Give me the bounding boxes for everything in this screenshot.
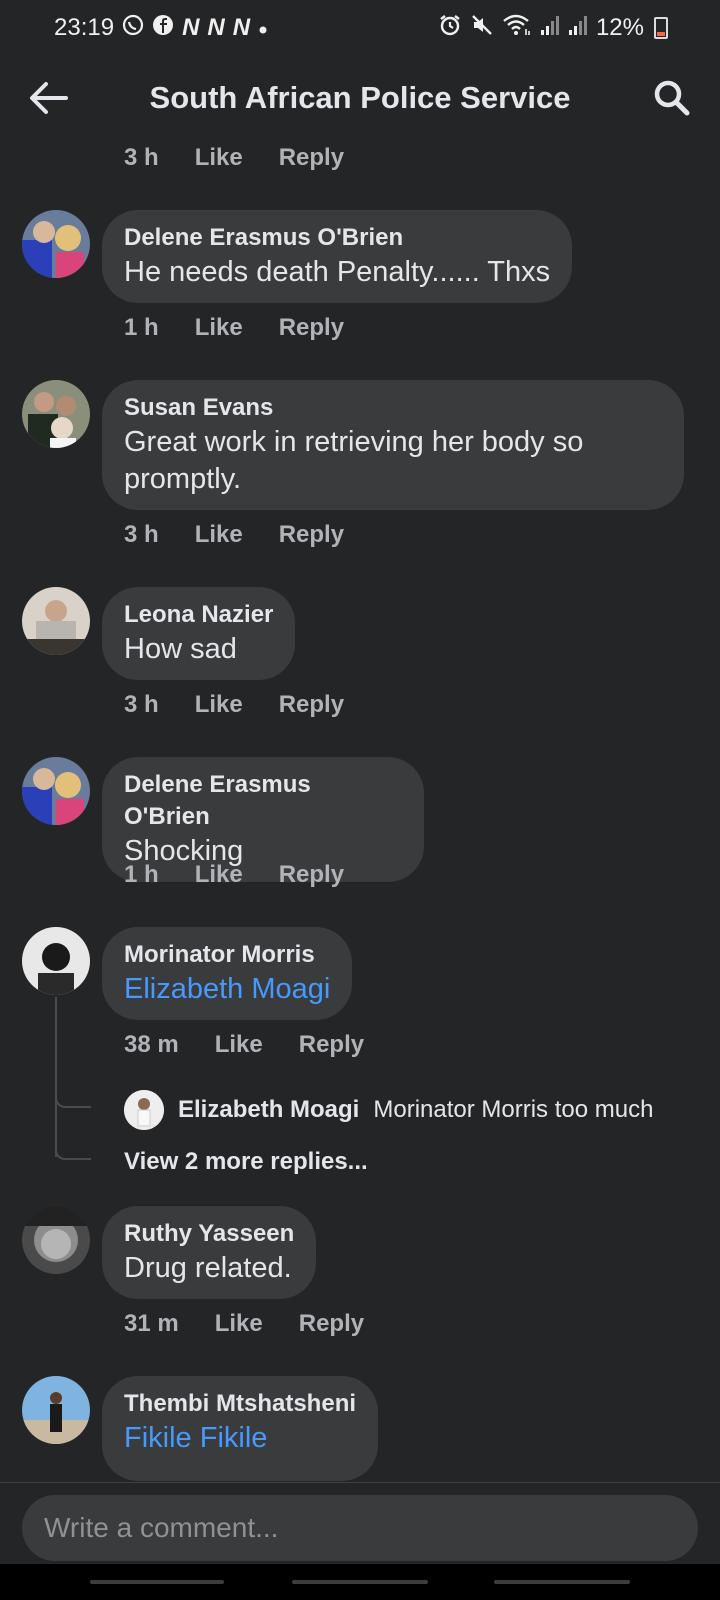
comment-author[interactable]: Delene Erasmus O'Brien xyxy=(124,222,550,254)
comment-meta: 1 h Like Reply xyxy=(124,861,344,889)
reply-button[interactable]: Reply xyxy=(299,1031,364,1059)
comment-time: 3 h xyxy=(124,521,159,548)
home-button[interactable] xyxy=(292,1580,428,1584)
comment-meta: 31 m Like Reply xyxy=(124,1310,364,1338)
reply-button[interactable]: Reply xyxy=(279,144,344,172)
signal-icon xyxy=(568,14,588,43)
n-icon: N xyxy=(232,14,251,41)
comment-author[interactable]: Leona Nazier xyxy=(124,599,273,631)
whatsapp-icon xyxy=(122,14,144,43)
avatar[interactable] xyxy=(22,210,90,278)
comment-author[interactable]: Morinator Morris xyxy=(124,939,330,971)
signal-icon xyxy=(540,14,560,43)
comment-bubble[interactable]: Delene Erasmus O'Brien He needs death Pe… xyxy=(102,210,573,303)
thread-line xyxy=(55,997,57,1157)
reply-button[interactable]: Reply xyxy=(279,521,344,549)
reply-author[interactable]: Elizabeth Moagi xyxy=(178,1096,359,1124)
page-title: South African Police Service xyxy=(149,80,571,115)
reply-text: Morinator Morris too much xyxy=(373,1096,654,1123)
wifi-icon xyxy=(502,13,532,44)
comment-text: Drug related. xyxy=(124,1252,292,1284)
comment-author[interactable]: Delene Erasmus O'Brien xyxy=(124,769,402,833)
avatar[interactable] xyxy=(22,587,90,655)
recent-apps-button[interactable] xyxy=(90,1580,224,1584)
like-button[interactable]: Like xyxy=(195,521,243,549)
avatar[interactable] xyxy=(22,757,90,825)
nested-reply[interactable]: Elizabeth Moagi Morinator Morris too muc… xyxy=(124,1090,653,1130)
comment-meta: 3 h Like Reply xyxy=(124,521,344,549)
comment-author[interactable]: Susan Evans xyxy=(124,392,662,424)
back-arrow-icon[interactable] xyxy=(26,78,70,118)
battery-level: 12% xyxy=(595,14,644,41)
reply-button[interactable]: Reply xyxy=(279,691,344,719)
status-right: 12% xyxy=(438,13,668,44)
reply-button[interactable]: Reply xyxy=(279,861,344,889)
reply-button[interactable]: Reply xyxy=(299,1310,364,1338)
like-button[interactable]: Like xyxy=(195,314,243,342)
comment-meta: 1 h Like Reply xyxy=(124,314,344,342)
facebook-icon xyxy=(152,14,174,43)
avatar[interactable] xyxy=(22,927,90,995)
comment-text: How sad xyxy=(124,633,237,665)
status-bar: 23:19 N N N 12% xyxy=(0,0,720,56)
thread-branch xyxy=(55,1136,91,1160)
dot-icon xyxy=(258,14,268,42)
comment-text-line: Great work in retrieving her body so xyxy=(124,426,584,458)
comment-text: He needs death Penalty...... Thxs xyxy=(124,256,551,288)
comment-bubble[interactable]: Thembi Mtshatsheni Fikile Fikile xyxy=(102,1376,379,1481)
like-button[interactable]: Like xyxy=(195,144,243,172)
comment-meta: 3 h Like Reply xyxy=(124,691,344,719)
n-icon: N xyxy=(182,14,200,41)
mention-link[interactable]: Elizabeth Moagi xyxy=(124,971,330,1008)
comment-meta: 3 h Like Reply xyxy=(124,144,344,172)
comment-bubble[interactable]: Susan Evans Great work in retrieving her… xyxy=(102,380,684,510)
battery-icon xyxy=(654,17,668,39)
system-nav-bar xyxy=(0,1564,720,1600)
mute-icon xyxy=(470,13,494,44)
avatar[interactable] xyxy=(22,1376,90,1444)
comment-composer xyxy=(0,1482,720,1564)
comment-bubble[interactable]: Ruthy Yasseen Drug related. xyxy=(102,1206,317,1299)
comment-time: 3 h xyxy=(124,691,159,718)
comment-time: 31 m xyxy=(124,1310,179,1337)
status-time: 23:19 xyxy=(54,14,115,41)
comment-meta: 38 m Like Reply xyxy=(124,1031,364,1059)
like-button[interactable]: Like xyxy=(195,861,243,889)
comment-time: 3 h xyxy=(124,144,159,171)
like-button[interactable]: Like xyxy=(215,1310,263,1338)
like-button[interactable]: Like xyxy=(195,691,243,719)
n-icon: N xyxy=(207,14,225,41)
comment-time: 1 h xyxy=(124,861,159,888)
avatar[interactable] xyxy=(22,1206,90,1274)
back-button[interactable] xyxy=(494,1580,630,1584)
page-header: South African Police Service xyxy=(0,56,720,140)
comment-text-line: promptly. xyxy=(124,463,242,495)
comment-author[interactable]: Ruthy Yasseen xyxy=(124,1218,294,1250)
like-button[interactable]: Like xyxy=(215,1031,263,1059)
thread-branch xyxy=(55,1084,91,1108)
comment-time: 1 h xyxy=(124,314,159,341)
comments-list[interactable]: 3 h Like Reply Delene Erasmus O'Brien He… xyxy=(0,140,720,1482)
avatar[interactable] xyxy=(124,1090,164,1130)
search-icon[interactable] xyxy=(650,76,694,120)
view-more-replies-link[interactable]: View 2 more replies... xyxy=(124,1148,368,1176)
status-left: 23:19 N N N xyxy=(54,14,268,43)
alarm-icon xyxy=(438,13,462,44)
comment-author[interactable]: Thembi Mtshatsheni xyxy=(124,1388,356,1420)
comment-input[interactable] xyxy=(22,1495,698,1561)
mention-link[interactable]: Fikile Fikile xyxy=(124,1420,356,1457)
comment-bubble[interactable]: Leona Nazier How sad xyxy=(102,587,296,680)
comment-bubble[interactable]: Morinator Morris Elizabeth Moagi xyxy=(102,927,353,1020)
avatar[interactable] xyxy=(22,380,90,448)
comment-time: 38 m xyxy=(124,1031,179,1058)
reply-button[interactable]: Reply xyxy=(279,314,344,342)
